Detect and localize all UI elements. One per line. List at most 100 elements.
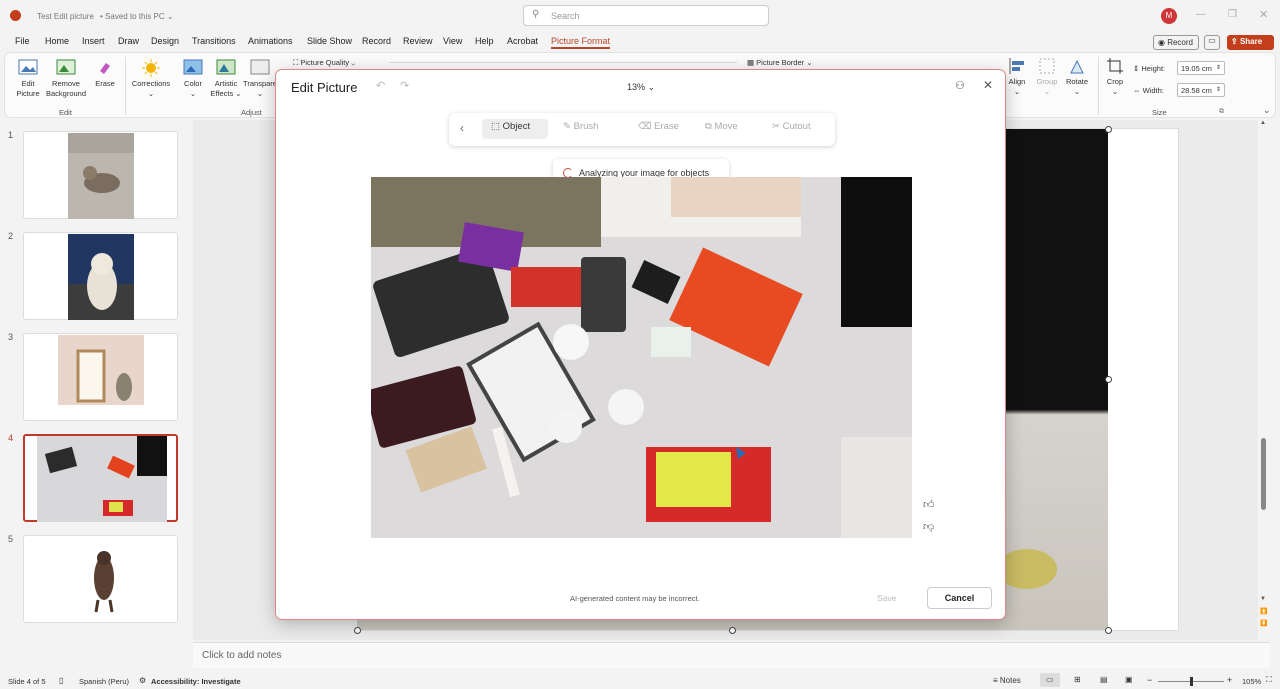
- resize-handle-bottom-left[interactable]: [354, 627, 361, 634]
- search-box[interactable]: ⚲ Search: [523, 5, 769, 26]
- width-value: 28.58 cm: [1181, 86, 1212, 95]
- tab-transitions[interactable]: Transitions: [192, 36, 236, 46]
- minimize-icon[interactable]: —: [1196, 9, 1206, 20]
- eraser-tool-icon: ⌫: [638, 121, 652, 132]
- slideshow-icon[interactable]: ▣: [1125, 675, 1133, 684]
- tab-picture-format[interactable]: Picture Format: [551, 36, 611, 49]
- comments-icon[interactable]: ▭: [1204, 35, 1220, 50]
- share-button[interactable]: ⇪ Share ⌄: [1227, 35, 1274, 55]
- zoom-in-icon[interactable]: +: [1227, 675, 1232, 685]
- resize-handle-bottom[interactable]: [729, 627, 736, 634]
- transparency-icon: [250, 59, 270, 75]
- corrections-button[interactable]: Corrections ⌄: [129, 59, 173, 99]
- tool-move[interactable]: ⧉ Move: [705, 121, 738, 132]
- language-label[interactable]: Spanish (Peru): [79, 677, 129, 686]
- crop-button[interactable]: Crop ⌄: [1103, 57, 1127, 97]
- picture-border-button[interactable]: ▦ Picture Border ⌄: [747, 58, 812, 67]
- erase-button[interactable]: Erase: [91, 59, 119, 89]
- crop-label: Crop: [1106, 77, 1124, 86]
- zoom-out-icon[interactable]: −: [1147, 675, 1152, 685]
- previous-slide-icon[interactable]: ⏫: [1260, 608, 1267, 615]
- feedback-icon[interactable]: ⚇: [955, 79, 965, 92]
- close-dialog-icon[interactable]: ✕: [983, 78, 993, 92]
- spellcheck-icon[interactable]: ▯: [59, 676, 63, 685]
- slide-thumbnail-4-selected[interactable]: [23, 434, 178, 522]
- slide-thumbnail-5[interactable]: [23, 535, 178, 623]
- undo-icon[interactable]: ↶: [376, 79, 385, 92]
- zoom-level[interactable]: 105%: [1242, 677, 1261, 686]
- record-button[interactable]: ◉ Record: [1153, 35, 1199, 50]
- resize-handle-top-right[interactable]: [1105, 126, 1112, 133]
- group-edit-label: Edit: [59, 108, 72, 117]
- save-button[interactable]: Save: [877, 593, 896, 603]
- width-spinner-icon[interactable]: ⇕: [1216, 86, 1221, 93]
- zoom-dropdown[interactable]: 13% ⌄: [627, 82, 655, 93]
- color-button[interactable]: Color ⌄: [179, 59, 207, 99]
- scrollbar-thumb[interactable]: [1261, 438, 1266, 510]
- tab-help[interactable]: Help: [475, 36, 494, 46]
- tab-slide-show[interactable]: Slide Show: [307, 36, 352, 46]
- tool-brush[interactable]: ✎ Brush: [563, 121, 598, 132]
- tab-view[interactable]: View: [443, 36, 462, 46]
- normal-view-icon[interactable]: ▭: [1046, 675, 1054, 684]
- thumbs-down-icon[interactable]: 👎︎: [923, 520, 934, 533]
- width-text: Width:: [1142, 86, 1164, 95]
- close-window-icon[interactable]: ✕: [1259, 8, 1268, 21]
- height-spinner-icon[interactable]: ⇕: [1216, 64, 1221, 71]
- user-avatar[interactable]: M: [1161, 8, 1177, 24]
- notes-pane[interactable]: Click to add notes: [193, 642, 1270, 668]
- redo-icon[interactable]: ↷: [400, 79, 409, 92]
- thumbs-up-icon[interactable]: 👍︎: [923, 498, 935, 511]
- tab-design[interactable]: Design: [151, 36, 179, 46]
- tab-draw[interactable]: Draw: [118, 36, 139, 46]
- vertical-scrollbar[interactable]: ▲ ▼ ⏫ ⏬: [1258, 120, 1270, 640]
- back-arrow-icon[interactable]: ‹: [460, 121, 464, 135]
- tab-record[interactable]: Record: [362, 36, 391, 46]
- resize-handle-bottom-right[interactable]: [1105, 627, 1112, 634]
- scroll-down-icon[interactable]: ▼: [1260, 596, 1266, 602]
- resize-handle-right[interactable]: [1105, 376, 1112, 383]
- tab-insert[interactable]: Insert: [82, 36, 105, 46]
- restore-icon[interactable]: ❐: [1228, 9, 1237, 20]
- transparency-button[interactable]: Transpare ⌄: [243, 59, 277, 99]
- brush-icon: ✎: [563, 121, 571, 132]
- reading-view-icon[interactable]: ▤: [1100, 675, 1108, 684]
- remove-background-button[interactable]: Remove Background: [45, 59, 87, 99]
- tab-home[interactable]: Home: [45, 36, 69, 46]
- edit-picture-button[interactable]: Edit Picture: [13, 59, 43, 99]
- tab-acrobat[interactable]: Acrobat: [507, 36, 538, 46]
- group-button[interactable]: Group ⌄: [1033, 57, 1061, 97]
- scroll-up-icon[interactable]: ▲: [1260, 120, 1266, 126]
- save-status[interactable]: • Saved to this PC ⌄: [100, 12, 174, 21]
- slide-sorter-icon[interactable]: ⊞: [1074, 675, 1081, 684]
- align-button[interactable]: Align ⌄: [1003, 57, 1031, 97]
- tab-file[interactable]: File: [15, 36, 30, 46]
- slide-thumbnail-2[interactable]: [23, 232, 178, 320]
- tool-cutout[interactable]: ✂ Cutout: [772, 121, 811, 132]
- cancel-button[interactable]: Cancel: [927, 587, 992, 609]
- tab-animations[interactable]: Animations: [248, 36, 293, 46]
- title-bar: Test Edit picture • Saved to this PC ⌄ ⚲…: [0, 0, 1280, 32]
- slide-thumbnail-3[interactable]: [23, 333, 178, 421]
- tool-object[interactable]: ⬚ Object: [491, 121, 530, 132]
- notes-toggle[interactable]: ≡ Notes: [993, 676, 1021, 685]
- width-input[interactable]: 28.58 cm ⇕: [1177, 83, 1225, 97]
- ribbon-divider: [125, 57, 126, 115]
- slide-thumbnail-1[interactable]: [23, 131, 178, 219]
- tool-erase[interactable]: ⌫ Erase: [638, 121, 679, 132]
- next-slide-icon[interactable]: ⏬: [1260, 620, 1267, 627]
- picture-quality-button[interactable]: ⛶ Picture Quality ⌄: [293, 58, 355, 68]
- size-dialog-launcher-icon[interactable]: ⧉: [1219, 108, 1224, 116]
- collapse-ribbon-icon[interactable]: ⌄: [1263, 105, 1271, 116]
- move-icon: ⧉: [705, 121, 712, 132]
- zoom-slider-thumb[interactable]: [1190, 677, 1193, 686]
- artistic-effects-button[interactable]: Artistic Effects ⌄: [209, 59, 243, 99]
- fit-to-window-icon[interactable]: ⛶: [1266, 675, 1272, 685]
- crop-icon: [1107, 58, 1123, 74]
- picture-yellow-blur: [997, 549, 1057, 589]
- remove-bg-label-2: Background: [45, 89, 87, 98]
- accessibility-status[interactable]: Accessibility: Investigate: [151, 677, 241, 686]
- rotate-button[interactable]: Rotate ⌄: [1063, 57, 1091, 97]
- tab-review[interactable]: Review: [403, 36, 433, 46]
- height-input[interactable]: 19.05 cm ⇕: [1177, 61, 1225, 75]
